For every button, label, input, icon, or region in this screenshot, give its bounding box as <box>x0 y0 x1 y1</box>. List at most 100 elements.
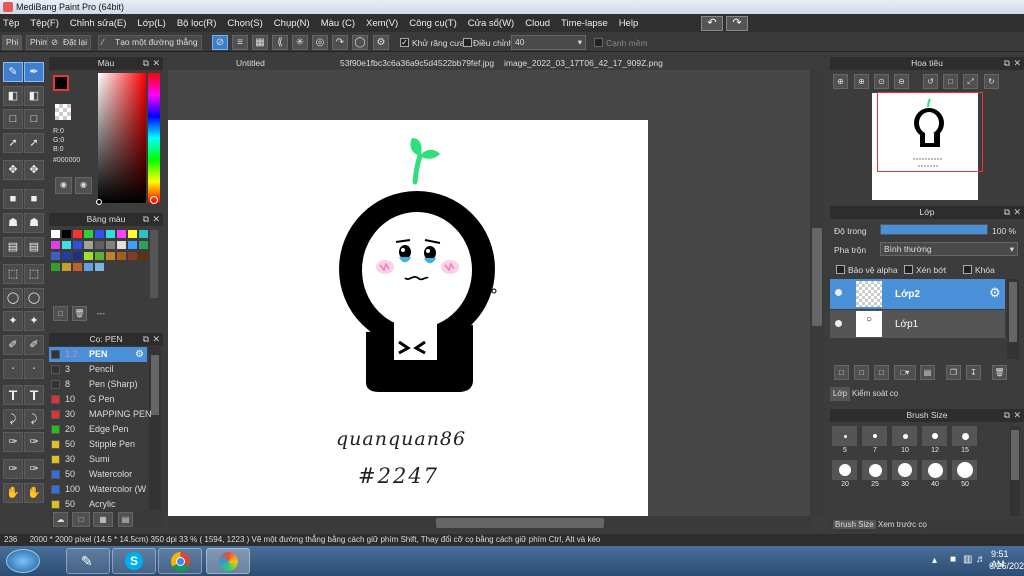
canvas-vscroll-thumb[interactable] <box>812 228 822 326</box>
eye-icon[interactable] <box>835 289 842 296</box>
brush-item[interactable]: 20 Edge Pen <box>49 422 147 437</box>
fill-rect-alt-icon[interactable]: ■ <box>24 189 44 209</box>
protect-alpha-checkbox[interactable] <box>836 265 845 274</box>
palette-swatch[interactable] <box>51 263 60 271</box>
brush-size-option[interactable]: 20 <box>830 460 858 488</box>
fill-rect-icon[interactable]: ■ <box>3 189 23 209</box>
palette-swatch[interactable] <box>95 230 104 238</box>
palette-swatch[interactable] <box>139 241 148 249</box>
eraser-alt-icon[interactable]: ◧ <box>24 86 44 106</box>
close-icon[interactable]: ✕ <box>152 213 160 226</box>
lasso-icon[interactable]: ◯ <box>3 288 23 308</box>
brush-item[interactable]: 30 Sumi <box>49 452 147 467</box>
zoom-reset-icon[interactable]: ⊙ <box>874 74 889 89</box>
palette-swatch[interactable] <box>84 263 93 271</box>
menu-item[interactable]: Bộ lọc(R) <box>177 18 217 29</box>
rotate-right-icon[interactable]: ↻ <box>984 74 999 89</box>
brush-size-option[interactable]: 30 <box>890 460 918 488</box>
menu-item[interactable]: Chỉnh sửa(E) <box>70 18 127 29</box>
expand-icon[interactable]: ⧉ <box>143 57 149 70</box>
select-eraser-icon[interactable]: ✐ <box>24 335 44 355</box>
palette-swatch[interactable] <box>62 230 71 238</box>
palette-swatch[interactable] <box>73 230 82 238</box>
bucket-icon[interactable]: ☗ <box>3 213 23 233</box>
menu-item[interactable]: Time-lapse <box>561 18 608 29</box>
palette-swatch[interactable] <box>84 230 93 238</box>
new-halftone-layer-icon[interactable]: □ <box>874 365 889 380</box>
radial-ruler-icon[interactable]: ✳ <box>292 35 308 50</box>
reset-button[interactable]: ⊘ Đặt lại <box>47 35 92 50</box>
layer-row-selected[interactable]: Lớp2 ⚙ <box>830 279 1005 309</box>
select-rect-icon[interactable]: ⬚ <box>3 264 23 284</box>
tab-untitled[interactable]: Untitled <box>236 57 265 70</box>
new-layer-icon[interactable]: □ <box>834 365 849 380</box>
palette-swatch[interactable] <box>51 230 60 238</box>
trash-icon[interactable]: 🗑 <box>72 306 87 321</box>
palette-swatch[interactable] <box>51 241 60 249</box>
adjust-select[interactable]: 40 ▾ <box>511 35 586 50</box>
brush-item[interactable]: 10 G Pen <box>49 392 147 407</box>
trash-icon[interactable]: 🗑 <box>992 365 1007 380</box>
palette-scrollbar[interactable] <box>150 230 158 298</box>
palette-swatch[interactable] <box>128 252 137 260</box>
palette-swatch[interactable] <box>106 252 115 260</box>
rotate-reset-icon[interactable]: □ <box>943 74 958 89</box>
menu-item[interactable]: Help <box>619 18 639 29</box>
expand-icon[interactable]: ⧉ <box>1004 206 1010 219</box>
primary-color-swatch[interactable] <box>53 75 69 91</box>
palette-swatch[interactable] <box>139 230 148 238</box>
menu-item[interactable]: Màu (C) <box>321 18 355 29</box>
blend-select[interactable]: Bình thường ▾ <box>880 242 1018 256</box>
palette-swatch[interactable] <box>73 241 82 249</box>
menu-item[interactable]: Cửa sổ(W) <box>468 18 514 29</box>
brush-settings-icon[interactable]: ▤ <box>118 512 133 527</box>
medibang-taskbar-icon[interactable] <box>206 548 250 574</box>
saturation-value-square[interactable] <box>98 73 146 203</box>
palette-swatch[interactable] <box>95 241 104 249</box>
brush-scrollbar[interactable] <box>149 347 161 510</box>
antialias-checkbox[interactable]: ✓ <box>400 38 409 47</box>
clipping-checkbox[interactable] <box>904 265 913 274</box>
layer-scroll-thumb[interactable] <box>1009 282 1017 342</box>
add-brush-icon[interactable]: □ <box>72 512 90 527</box>
parallel-ruler-icon[interactable]: ≡ <box>232 35 248 50</box>
dropper-icon[interactable]: ✑ <box>3 432 23 452</box>
menu-item[interactable]: Xem(V) <box>366 18 398 29</box>
perspective-ruler-icon[interactable]: ⟪ <box>272 35 288 50</box>
palette-swatch[interactable] <box>62 252 71 260</box>
ruler-settings-icon[interactable]: ⚙ <box>373 35 389 50</box>
shape-rect-alt-icon[interactable]: □ <box>24 109 44 129</box>
brush-size-option[interactable]: 5 <box>830 426 858 454</box>
menu-item[interactable]: Tệp(F) <box>30 18 59 29</box>
brush-size-option[interactable]: 40 <box>920 460 948 488</box>
chrome-icon[interactable] <box>158 548 202 574</box>
lasso-alt-icon[interactable]: ◯ <box>24 288 44 308</box>
tab-brush-size[interactable]: Brush Size <box>833 520 876 529</box>
palette-swatch[interactable] <box>95 263 104 271</box>
select-rect-alt-icon[interactable]: ⬚ <box>24 264 44 284</box>
clock-date[interactable]: 6/26/202 <box>989 561 1024 571</box>
palette-swatch[interactable] <box>84 252 93 260</box>
expand-icon[interactable]: ⧉ <box>143 213 149 226</box>
close-icon[interactable]: ✕ <box>1013 57 1021 70</box>
expand-icon[interactable]: ⧉ <box>143 333 149 346</box>
gradient-icon[interactable]: ▤ <box>3 237 23 257</box>
navigator-viewport[interactable] <box>877 92 983 172</box>
canvas-area[interactable]: quanquan86 #2247 <box>168 70 824 516</box>
skype-icon[interactable]: S <box>112 548 156 574</box>
palette-swatch[interactable] <box>73 263 82 271</box>
opacity-slider[interactable] <box>880 224 988 235</box>
eraser-icon[interactable]: ◧ <box>3 86 23 106</box>
ellipse-ruler-icon[interactable]: ◯ <box>352 35 368 50</box>
new-layer-alt-icon[interactable]: □ <box>854 365 869 380</box>
operation-alt-icon[interactable]: ⤸ <box>24 409 44 429</box>
brush-item[interactable]: 50 Watercolor <box>49 467 147 482</box>
layer-scrollbar[interactable] <box>1007 279 1019 359</box>
options-tab-1[interactable]: Phi <box>2 35 23 50</box>
brush-menu-icon[interactable]: ▦ <box>93 512 113 527</box>
brush-item[interactable]: 8 Pen (Sharp) <box>49 377 147 392</box>
brush-size-option[interactable]: 10 <box>890 426 918 454</box>
bucket-alt-icon[interactable]: ☗ <box>24 213 44 233</box>
duplicate-layer-icon[interactable]: ❐ <box>946 365 961 380</box>
no-ruler-icon[interactable]: ⊘ <box>212 35 228 50</box>
